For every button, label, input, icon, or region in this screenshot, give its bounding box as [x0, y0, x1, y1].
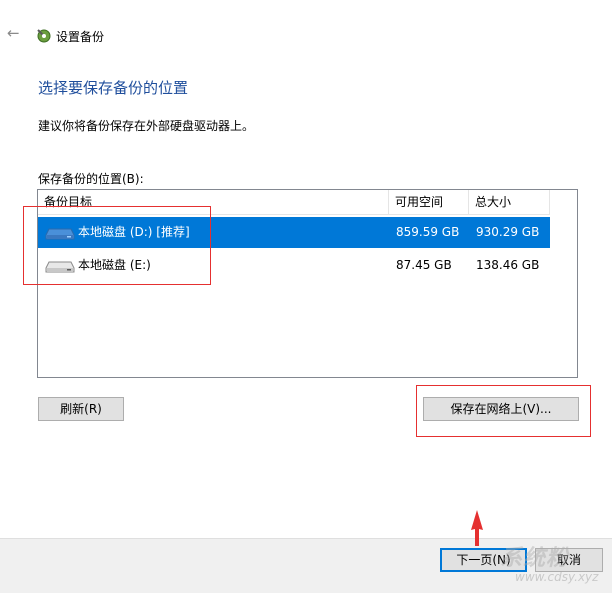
back-arrow-icon[interactable]: ← — [7, 25, 23, 41]
drive-free-space: 859.59 GB — [396, 225, 460, 239]
list-item-drive-d[interactable]: 本地磁盘 (D:) [推荐] 859.59 GB 930.29 GB — [38, 217, 550, 248]
drive-icon — [45, 261, 75, 273]
drive-name: 本地磁盘 (D:) [推荐] — [78, 225, 190, 239]
list-item-drive-e[interactable]: 本地磁盘 (E:) 87.45 GB 138.46 GB — [38, 250, 550, 281]
dialog-title: 设置备份 — [56, 30, 105, 44]
drive-total-size: 138.46 GB — [476, 258, 540, 272]
backup-location-list[interactable]: 备份目标 可用空间 总大小 本地磁盘 (D:) [推荐] 859.59 GB 9… — [37, 189, 578, 378]
refresh-button[interactable]: 刷新(R) — [38, 397, 124, 421]
column-header-free-space[interactable]: 可用空间 — [389, 190, 469, 214]
column-header-target[interactable]: 备份目标 — [38, 190, 389, 214]
page-heading: 选择要保存备份的位置 — [38, 79, 189, 97]
drive-total-size: 930.29 GB — [476, 225, 540, 239]
drive-icon — [45, 228, 75, 240]
watermark-url: www.cdsy.xyz — [515, 570, 599, 584]
annotation-arrow-icon — [471, 510, 483, 546]
column-header-total-size[interactable]: 总大小 — [469, 190, 550, 214]
drive-name: 本地磁盘 (E:) — [78, 258, 151, 272]
backup-location-label: 保存备份的位置(B): — [38, 172, 144, 186]
drive-free-space: 87.45 GB — [396, 258, 452, 272]
recommendation-text: 建议你将备份保存在外部硬盘驱动器上。 — [38, 119, 255, 133]
watermark-text: 系统粉 — [500, 546, 570, 571]
backup-app-icon — [37, 29, 51, 43]
save-on-network-button[interactable]: 保存在网络上(V)... — [423, 397, 579, 421]
list-header: 备份目标 可用空间 总大小 — [38, 190, 550, 215]
